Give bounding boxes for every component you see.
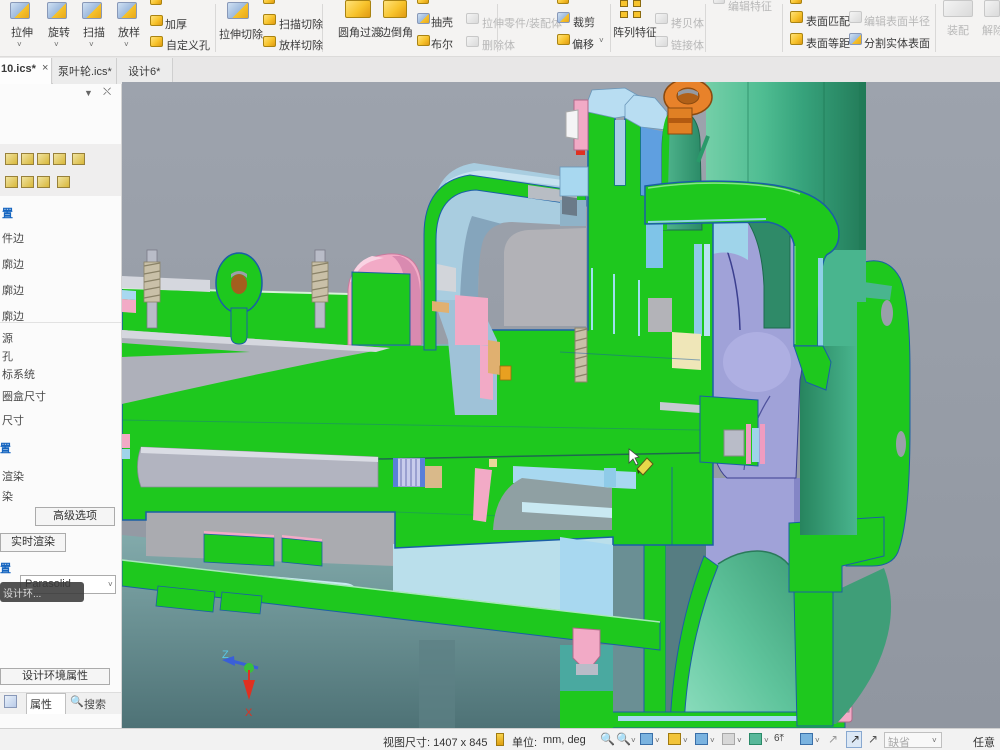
svg-text:Z: Z xyxy=(222,649,229,661)
svg-text:X: X xyxy=(245,707,253,719)
